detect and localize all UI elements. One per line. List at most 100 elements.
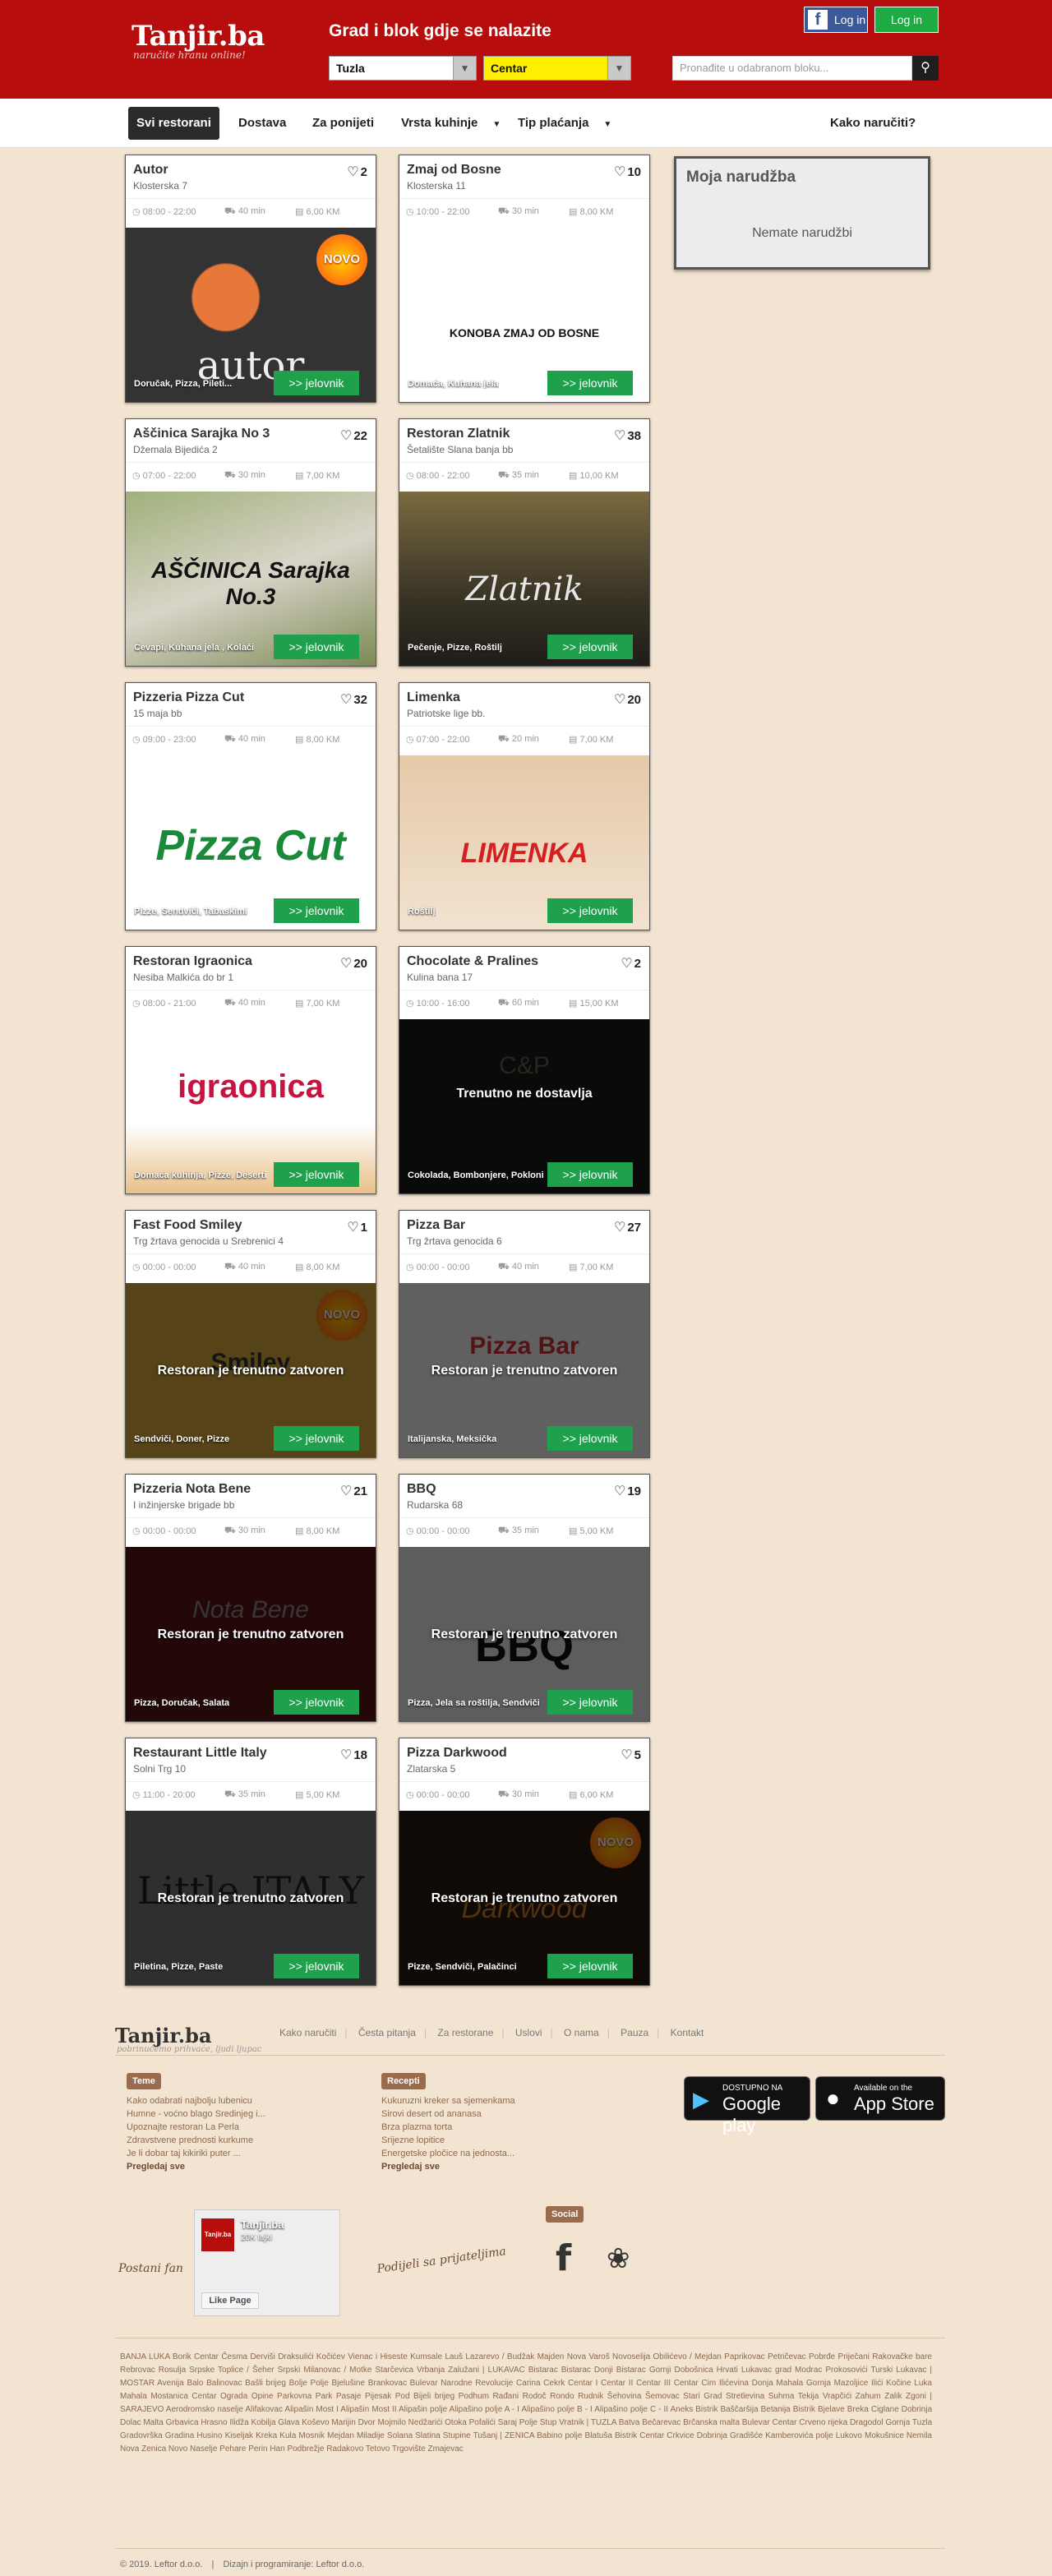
menu-button[interactable]: >> jelovnik (547, 1426, 633, 1451)
restaurant-card[interactable]: BBQ Rudarska 68 ♡ 19 ◷ 00:00 - 00:00 ⛟ 35 min… (399, 1474, 650, 1722)
restaurant-card[interactable]: Fast Food Smiley Trg žrtava genocida u Sr… (125, 1210, 376, 1458)
restaurant-card[interactable]: Pizzeria Pizza Cut 15 maja bb ♡ 32 ◷ 09:00 -… (125, 682, 376, 930)
menu-button[interactable]: >> jelovnik (274, 371, 359, 395)
facebook-login-button[interactable]: f Log in (804, 7, 868, 33)
teme-link[interactable]: Humne - voćno blago Sredinjeg i... (127, 2107, 265, 2121)
footer-link[interactable]: Uslovi (515, 2027, 542, 2038)
restaurant-image[interactable]: SmileyNOVORestoran je trenutno zatvorenS… (126, 1283, 376, 1457)
footer-link[interactable]: Kako naručiti (279, 2027, 336, 2038)
restaurant-name[interactable]: Pizza Bar (407, 1218, 465, 1233)
restaurant-name[interactable]: Fast Food Smiley (133, 1218, 242, 1233)
menu-button[interactable]: >> jelovnik (274, 635, 359, 659)
login-button[interactable]: Log in (874, 7, 939, 33)
restaurant-likes[interactable]: ♡ 21 (340, 1483, 367, 1499)
restaurant-name[interactable]: Autor (133, 163, 168, 178)
facebook-page-widget[interactable]: Tanjir.ba Tanjir.ba 20K lajki Like Page (194, 2209, 340, 2316)
restaurant-name[interactable]: Pizzeria Pizza Cut (133, 690, 244, 705)
restaurant-card[interactable]: Autor Klosterska 7 ♡ 2 ◷ 08:00 - 22:00 ⛟ 40 m… (125, 155, 376, 403)
restaurant-card[interactable]: Restoran Igraonica Nesiba Malkića do br 1… (125, 946, 376, 1194)
menu-button[interactable]: >> jelovnik (547, 1162, 633, 1187)
app-store-badge[interactable]: ● Available on the App Store (815, 2076, 945, 2121)
restaurant-likes[interactable]: ♡ 20 (340, 955, 367, 972)
restaurant-likes[interactable]: ♡ 38 (614, 427, 641, 444)
menu-button[interactable]: >> jelovnik (547, 898, 633, 923)
restaurant-likes[interactable]: ♡ 1 (347, 1219, 367, 1235)
restaurant-card[interactable]: Restoran Zlatnik Šetalište Slana banja bb… (399, 418, 650, 667)
restaurant-likes[interactable]: ♡ 20 (614, 691, 641, 708)
teme-link[interactable]: Je li dobar taj kikiriki puter ... (127, 2147, 265, 2160)
search-input[interactable]: Pronađite u odabranom bloku... (672, 56, 912, 81)
restaurant-image[interactable]: Zlatnik Pečenje, Pizze, Roštilj >> jelovni… (399, 492, 649, 666)
recepti-link[interactable]: Energetske pločice na jednosta... (381, 2147, 515, 2160)
teme-more-link[interactable]: Pregledaj sve (127, 2160, 265, 2173)
restaurant-name[interactable]: BBQ (407, 1482, 436, 1497)
restaurant-card[interactable]: Pizza Bar Trg žrtava genocida 6 ♡ 27 ◷ 00:00… (399, 1210, 650, 1458)
restaurant-likes[interactable]: ♡ 19 (614, 1483, 641, 1499)
restaurant-image[interactable]: Nota BeneRestoran je trenutno zatvorenPi… (126, 1547, 376, 1721)
restaurant-name[interactable]: Limenka (407, 690, 460, 705)
restaurant-name[interactable]: Restaurant Little Italy (133, 1746, 267, 1761)
nav-payment-type[interactable]: Tip plaćanja ▼ (511, 107, 618, 140)
footer-link[interactable]: Za restorane (437, 2027, 493, 2038)
menu-button[interactable]: >> jelovnik (547, 635, 633, 659)
fb-like-button[interactable]: Like Page (201, 2292, 259, 2309)
restaurant-likes[interactable]: ♡ 18 (340, 1747, 367, 1763)
restaurant-card[interactable]: Zmaj od Bosne Klosterska 11 ♡ 10 ◷ 10:00 - 2… (399, 155, 650, 403)
teme-link[interactable]: Kako odabrati najbolju lubenicu (127, 2094, 265, 2107)
restaurant-name[interactable]: Restoran Igraonica (133, 954, 252, 969)
restaurant-image[interactable]: autor NOVO Doručak, Pizza, Pileti... >> jel… (126, 228, 376, 402)
restaurant-card[interactable]: Aščinica Sarajka No 3 Džemala Bijedića 2 ♡… (125, 418, 376, 667)
teme-link[interactable]: Upoznajte restoran La Perla (127, 2121, 265, 2134)
area-select[interactable]: Centar ▼ (483, 56, 631, 81)
restaurant-image[interactable]: Pizza Cut Pizze, Sendviči, Tabaskimi >> je… (126, 755, 376, 930)
recepti-link[interactable]: Kukuruzni kreker sa sjemenkama (381, 2094, 515, 2107)
menu-button[interactable]: >> jelovnik (547, 371, 633, 395)
restaurant-name[interactable]: Pizzeria Nota Bene (133, 1482, 251, 1497)
restaurant-card[interactable]: Limenka Patriotske lige bb. ♡ 20 ◷ 07:00 - 2… (399, 682, 650, 930)
restaurant-image[interactable]: Little ITALYRestoran je trenutno zatvore… (126, 1811, 376, 1985)
restaurant-image[interactable]: igraonica Domaća kuhinja, Pizze, Deserti >… (126, 1019, 376, 1193)
menu-button[interactable]: >> jelovnik (274, 1954, 359, 1978)
restaurant-likes[interactable]: ♡ 27 (614, 1219, 641, 1235)
menu-button[interactable]: >> jelovnik (547, 1690, 633, 1715)
restaurant-likes[interactable]: ♡ 2 (347, 164, 367, 180)
restaurant-name[interactable]: Zmaj od Bosne (407, 163, 501, 178)
nav-how-to-order[interactable]: Kako naručiti? (824, 107, 922, 140)
restaurant-name[interactable]: Aščinica Sarajka No 3 (133, 427, 270, 441)
city-select[interactable]: Tuzla ▼ (329, 56, 477, 81)
restaurant-name[interactable]: Chocolate & Pralines (407, 954, 538, 969)
recepti-more-link[interactable]: Pregledaj sve (381, 2160, 515, 2173)
restaurant-image[interactable]: Pizza BarRestoran je trenutno zatvorenIt… (399, 1283, 649, 1457)
menu-button[interactable]: >> jelovnik (274, 1426, 359, 1451)
restaurant-name[interactable]: Restoran Zlatnik (407, 427, 510, 441)
restaurant-likes[interactable]: ♡ 32 (340, 691, 367, 708)
restaurant-likes[interactable]: ♡ 2 (621, 955, 641, 972)
nav-takeaway[interactable]: Za ponijeti (306, 107, 381, 140)
recepti-link[interactable]: Brza plazma torta (381, 2121, 515, 2134)
restaurant-image[interactable]: KONOBA ZMAJ OD BOSNE Domaća, Kuhana jela >… (399, 228, 649, 402)
footer-link[interactable]: Pauza (621, 2027, 648, 2038)
recepti-link[interactable]: Sirovi desert od ananasa (381, 2107, 515, 2121)
footer-link[interactable]: Česta pitanja (358, 2027, 416, 2038)
restaurant-likes[interactable]: ♡ 5 (621, 1747, 641, 1763)
nav-all-restaurants[interactable]: Svi restorani (128, 107, 219, 140)
twitter-icon[interactable]: ❀ (607, 2242, 630, 2275)
menu-button[interactable]: >> jelovnik (547, 1954, 633, 1978)
footer-logo[interactable]: Tanjir.ba (115, 2024, 212, 2047)
recepti-link[interactable]: Srijezne lopitice (381, 2134, 515, 2147)
restaurant-card[interactable]: Pizza Darkwood Zlatarska 5 ♡ 5 ◷ 00:00 - 00:… (399, 1738, 650, 1986)
menu-button[interactable]: >> jelovnik (274, 1690, 359, 1715)
restaurant-likes[interactable]: ♡ 22 (340, 427, 367, 444)
nav-delivery[interactable]: Dostava (232, 107, 293, 140)
restaurant-likes[interactable]: ♡ 10 (614, 164, 641, 180)
menu-button[interactable]: >> jelovnik (274, 898, 359, 923)
restaurant-name[interactable]: Pizza Darkwood (407, 1746, 507, 1761)
restaurant-card[interactable]: Restaurant Little Italy Solni Trg 10 ♡ 18 ◷ … (125, 1738, 376, 1986)
restaurant-image[interactable]: C&PTrenutno ne dostavljaCokolada, Bombon… (399, 1019, 649, 1193)
restaurant-image[interactable]: LIMENKA Roštilj >> jelovnik (399, 755, 649, 930)
credit-text[interactable]: Dizajn i programiranje: Leftor d.o.o. (223, 2560, 364, 2569)
site-logo[interactable]: Tanjir.ba (132, 20, 265, 53)
restaurant-card[interactable]: Chocolate & Pralines Kulina bana 17 ♡ 2 ◷ 10… (399, 946, 650, 1194)
footer-link[interactable]: Kontakt (671, 2027, 704, 2038)
restaurant-image[interactable]: BBQRestoran je trenutno zatvorenPizza, J… (399, 1547, 649, 1721)
